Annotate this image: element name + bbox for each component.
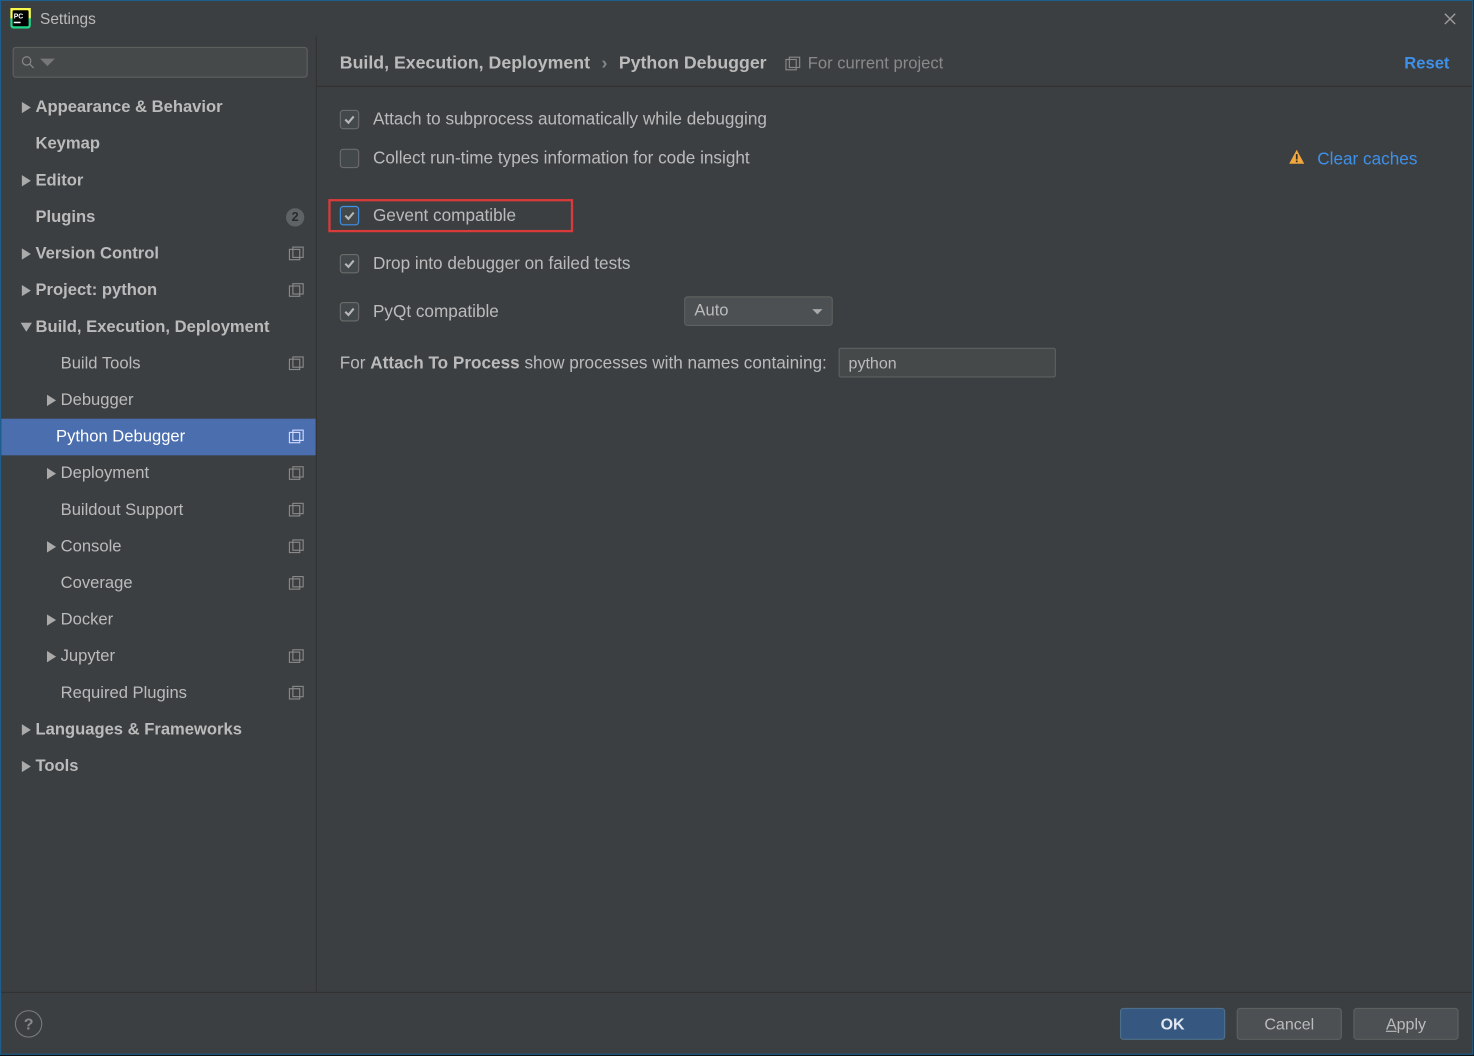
sidebar-item-coverage[interactable]: Coverage <box>1 565 316 602</box>
chevron-right-icon <box>17 721 35 739</box>
sidebar-item-project[interactable]: Project: python <box>1 272 316 309</box>
checkbox-label: PyQt compatible <box>373 301 670 320</box>
chevron-down-icon <box>17 318 35 336</box>
highlight-annotation: Gevent compatible <box>328 198 573 231</box>
ok-button[interactable]: OK <box>1120 1007 1225 1039</box>
checkbox-collect-types[interactable] <box>340 149 359 168</box>
warning-icon <box>1289 149 1306 171</box>
sidebar-item-keymap[interactable]: Keymap <box>1 126 316 163</box>
sidebar-item-buildout-support[interactable]: Buildout Support <box>1 492 316 529</box>
checkbox-label: Collect run-time types information for c… <box>373 149 750 168</box>
chevron-right-icon <box>42 648 60 666</box>
chevron-right-icon <box>17 281 35 299</box>
dialog-title: Settings <box>40 10 96 27</box>
project-scope-icon <box>288 685 304 701</box>
project-scope-icon <box>288 283 304 299</box>
select-value: Auto <box>694 302 728 320</box>
apply-button[interactable]: Apply <box>1353 1007 1458 1039</box>
titlebar: PC Settings <box>1 1 1472 35</box>
chevron-right-icon <box>42 611 60 629</box>
checkbox-pyqt-compatible[interactable] <box>340 301 359 320</box>
sidebar-item-version-control[interactable]: Version Control <box>1 236 316 273</box>
clear-caches-link[interactable]: Clear caches <box>1317 150 1417 169</box>
sidebar-item-editor[interactable]: Editor <box>1 162 316 199</box>
project-scope-icon <box>785 56 801 72</box>
app-logo-icon: PC <box>10 8 31 29</box>
chevron-right-icon <box>42 391 60 409</box>
attach-process-filter-input[interactable] <box>838 348 1055 378</box>
dialog-footer: ? OK Cancel Apply <box>1 992 1472 1054</box>
update-badge: 2 <box>286 208 304 226</box>
checkbox-gevent-compatible[interactable] <box>340 205 359 224</box>
settings-sidebar: Appearance & Behavior Keymap Editor Plug… <box>1 35 317 991</box>
project-scope-icon <box>288 649 304 665</box>
dropdown-caret-icon <box>40 55 55 70</box>
sidebar-item-required-plugins[interactable]: Required Plugins <box>1 675 316 712</box>
project-scope-icon <box>288 429 304 445</box>
dropdown-caret-icon <box>812 306 822 316</box>
chevron-right-icon <box>17 245 35 263</box>
project-scope-icon <box>288 356 304 372</box>
cancel-button[interactable]: Cancel <box>1237 1007 1342 1039</box>
chevron-right-icon <box>42 538 60 556</box>
settings-dialog: PC Settings Appearance & Behavior <box>0 0 1473 1055</box>
breadcrumb: Build, Execution, Deployment › Python De… <box>340 54 767 75</box>
checkbox-drop-into-debugger[interactable] <box>340 253 359 272</box>
project-scope-icon <box>288 539 304 555</box>
search-icon <box>21 55 36 70</box>
checkbox-label: Gevent compatible <box>373 205 516 224</box>
settings-tree: Appearance & Behavior Keymap Editor Plug… <box>1 85 316 992</box>
chevron-right-icon <box>17 98 35 116</box>
sidebar-item-console[interactable]: Console <box>1 529 316 566</box>
breadcrumb-current: Python Debugger <box>619 54 767 75</box>
sidebar-item-languages-frameworks[interactable]: Languages & Frameworks <box>1 712 316 749</box>
sidebar-item-build-tools[interactable]: Build Tools <box>1 345 316 382</box>
settings-content: Attach to subprocess automatically while… <box>317 87 1472 992</box>
pyqt-mode-select[interactable]: Auto <box>684 296 833 326</box>
chevron-right-icon: › <box>601 54 607 75</box>
sidebar-item-tools[interactable]: Tools <box>1 748 316 785</box>
checkbox-attach-subprocess[interactable] <box>340 109 359 128</box>
breadcrumb-parent[interactable]: Build, Execution, Deployment <box>340 54 590 75</box>
page-header: Build, Execution, Deployment › Python De… <box>317 35 1472 86</box>
sidebar-item-docker[interactable]: Docker <box>1 602 316 639</box>
svg-text:PC: PC <box>14 13 24 20</box>
attach-process-label: For Attach To Process show processes wit… <box>340 353 827 372</box>
sidebar-item-jupyter[interactable]: Jupyter <box>1 638 316 675</box>
settings-main: Build, Execution, Deployment › Python De… <box>317 35 1472 991</box>
close-icon[interactable] <box>1436 5 1463 32</box>
help-button[interactable]: ? <box>15 1010 42 1037</box>
sidebar-item-deployment[interactable]: Deployment <box>1 455 316 492</box>
chevron-right-icon <box>17 172 35 190</box>
project-scope-icon <box>288 575 304 591</box>
checkbox-label: Drop into debugger on failed tests <box>373 253 631 272</box>
checkbox-label: Attach to subprocess automatically while… <box>373 109 767 128</box>
sidebar-item-plugins[interactable]: Plugins 2 <box>1 199 316 236</box>
project-scope-icon <box>288 246 304 262</box>
scope-indicator: For current project <box>785 55 943 73</box>
sidebar-item-build-execution-deployment[interactable]: Build, Execution, Deployment <box>1 309 316 346</box>
sidebar-item-debugger[interactable]: Debugger <box>1 382 316 419</box>
project-scope-icon <box>288 466 304 482</box>
chevron-right-icon <box>42 464 60 482</box>
sidebar-item-python-debugger[interactable]: Python Debugger <box>1 419 316 456</box>
sidebar-item-appearance[interactable]: Appearance & Behavior <box>1 89 316 126</box>
reset-link[interactable]: Reset <box>1404 55 1449 73</box>
search-input[interactable] <box>13 47 308 78</box>
chevron-right-icon <box>17 757 35 775</box>
project-scope-icon <box>288 502 304 518</box>
